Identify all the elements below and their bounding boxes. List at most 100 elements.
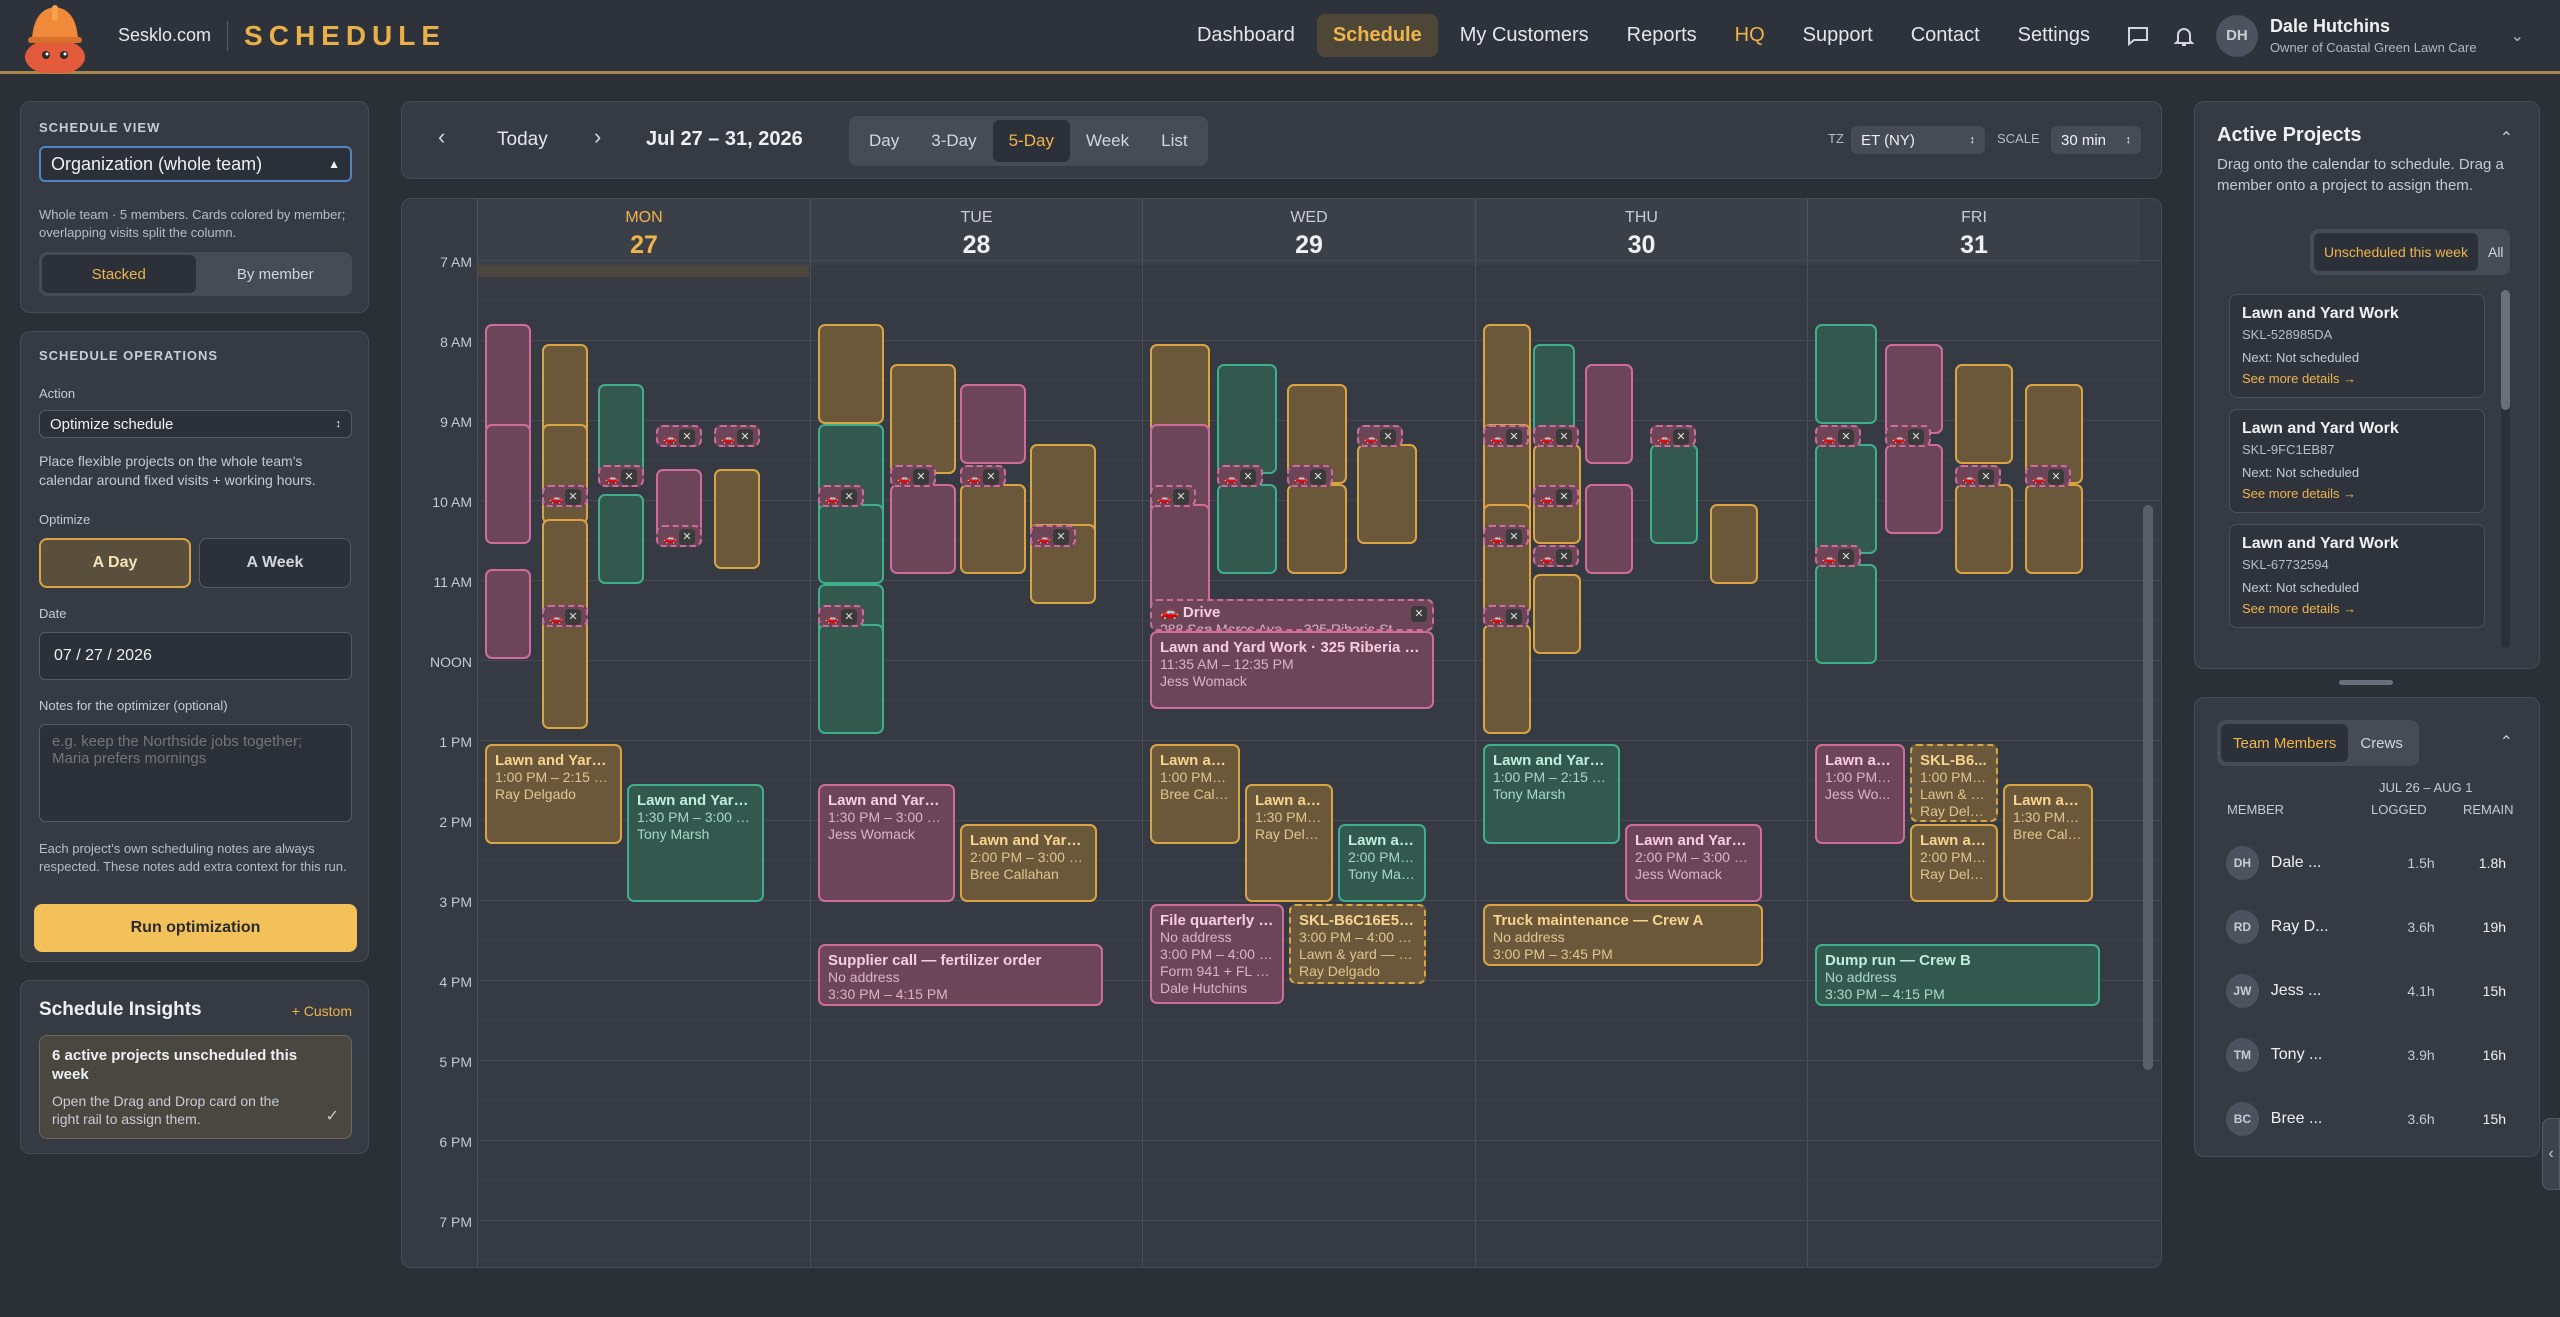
close-icon[interactable]: ✕ xyxy=(1838,429,1854,445)
calendar-event[interactable] xyxy=(1217,364,1277,474)
close-icon[interactable]: ✕ xyxy=(1673,429,1689,445)
view-list[interactable]: List xyxy=(1145,120,1203,162)
calendar-event[interactable] xyxy=(714,469,760,569)
action-select[interactable]: Optimize schedule ↕ xyxy=(39,410,352,438)
nav-dashboard[interactable]: Dashboard xyxy=(1181,14,1311,57)
calendar-event[interactable] xyxy=(1955,484,2013,574)
view-day[interactable]: Day xyxy=(853,120,915,162)
drive-event[interactable]: 🚗 ✕ xyxy=(960,465,1006,487)
nav-schedule[interactable]: Schedule xyxy=(1316,14,1438,57)
close-icon[interactable]: ✕ xyxy=(1506,529,1522,545)
filter-all[interactable]: All xyxy=(2478,233,2514,271)
calendar-event[interactable] xyxy=(2025,484,2083,574)
calendar-event[interactable] xyxy=(542,424,588,524)
calendar-event[interactable] xyxy=(818,624,884,734)
drive-event[interactable]: 🚗 ✕ xyxy=(818,485,864,507)
calendar-event[interactable] xyxy=(1885,344,1943,434)
date-input[interactable]: 07 / 27 / 2026 xyxy=(39,632,352,680)
day-column[interactable] xyxy=(1475,265,1476,1267)
close-icon[interactable]: ✕ xyxy=(2048,469,2064,485)
drive-event[interactable]: 🚗 ✕ xyxy=(1533,425,1579,447)
close-icon[interactable]: ✕ xyxy=(1380,429,1396,445)
drive-event[interactable]: 🚗 ✕ xyxy=(1150,485,1196,507)
next-week-arrow-icon[interactable]: › xyxy=(594,124,601,150)
drive-event[interactable]: 🚗 ✕ xyxy=(714,425,760,447)
projects-scroll-track[interactable] xyxy=(2501,290,2510,648)
project-card[interactable]: Lawn and Yard Work SKL-67732594 Next: No… xyxy=(2229,524,2485,628)
close-icon[interactable]: ✕ xyxy=(1838,549,1854,565)
see-more-details-link[interactable]: See more details → xyxy=(2242,601,2472,616)
calendar-event[interactable]: Lawn an...2:00 PM – ...Ray Delga... xyxy=(1910,824,1998,902)
drive-event[interactable]: 🚗 ✕ xyxy=(1815,545,1861,567)
close-icon[interactable]: ✕ xyxy=(1173,489,1189,505)
close-icon[interactable]: ✕ xyxy=(565,489,581,505)
drive-event[interactable]: 🚗 ✕ xyxy=(818,605,864,627)
project-card[interactable]: Lawn and Yard Work SKL-9FC1EB87 Next: No… xyxy=(2229,409,2485,513)
calendar-event[interactable] xyxy=(1357,444,1417,544)
team-member-row[interactable]: JW Jess ... 4.1h 15h xyxy=(2226,971,2506,1011)
calendar-event[interactable] xyxy=(485,324,531,434)
close-icon[interactable]: ✕ xyxy=(679,529,695,545)
drive-event[interactable]: 🚗 ✕ xyxy=(1483,525,1529,547)
close-icon[interactable]: ✕ xyxy=(1506,429,1522,445)
collapse-chevron-icon[interactable]: ⌃ xyxy=(2500,128,2513,148)
day-header-tue[interactable]: TUE 28 xyxy=(810,199,1142,265)
calendar-event[interactable] xyxy=(1483,504,1531,614)
calendar-event[interactable]: Lawn and Yard ... 1:30 PM – 3:00 PM Jess W… xyxy=(818,784,955,902)
bell-icon[interactable] xyxy=(2170,22,2198,50)
nav-hq[interactable]: HQ xyxy=(1719,14,1781,57)
nav-reports[interactable]: Reports xyxy=(1611,14,1713,57)
brand[interactable]: Sesklo.com SCHEDULE xyxy=(0,0,446,75)
see-more-details-link[interactable]: See more details → xyxy=(2242,486,2472,501)
nav-contact[interactable]: Contact xyxy=(1895,14,1996,57)
drive-event[interactable]: 🚗 ✕ xyxy=(656,525,702,547)
drive-event[interactable]: 🚗 ✕ xyxy=(2025,465,2071,487)
view-5-day[interactable]: 5-Day xyxy=(992,120,1070,162)
close-icon[interactable]: ✕ xyxy=(1556,549,1572,565)
see-more-details-link[interactable]: See more details → xyxy=(2242,371,2472,386)
calendar-event[interactable] xyxy=(1650,444,1698,544)
day-column[interactable] xyxy=(1142,265,1143,1267)
day-header-thu[interactable]: THU 30 xyxy=(1475,199,1807,265)
calendar-event[interactable] xyxy=(1710,504,1758,584)
day-column[interactable] xyxy=(1807,265,1808,1267)
calendar-event[interactable]: Lawn an...1:00 PM – ...Jess Wo... xyxy=(1815,744,1905,844)
stacked-button[interactable]: Stacked xyxy=(42,255,196,293)
view-3-day[interactable]: 3-Day xyxy=(915,120,992,162)
day-header-wed[interactable]: WED 29 xyxy=(1142,199,1475,265)
calendar-event[interactable] xyxy=(960,384,1026,464)
run-optimization-button[interactable]: Run optimization xyxy=(34,904,357,952)
view-week[interactable]: Week xyxy=(1070,120,1145,162)
calendar-event[interactable] xyxy=(1217,484,1277,574)
calendar-event[interactable]: Lawn an...1:30 PM – ...Ray Delga... xyxy=(1245,784,1333,902)
close-icon[interactable]: ✕ xyxy=(1240,469,1256,485)
resize-handle[interactable] xyxy=(2339,680,2393,685)
close-icon[interactable]: ✕ xyxy=(1908,429,1924,445)
a-day-button[interactable]: A Day xyxy=(39,538,191,588)
calendar-event[interactable]: SKL-B6C16E5F... 3:00 PM – 4:00 P... Lawn &… xyxy=(1289,904,1426,984)
close-icon[interactable]: ✕ xyxy=(841,609,857,625)
day-column[interactable] xyxy=(810,265,811,1267)
drive-event[interactable]: 🚗 ✕ xyxy=(656,425,702,447)
calendar-event[interactable] xyxy=(1955,364,2013,464)
collapse-chevron-icon[interactable]: ⌃ xyxy=(2500,732,2513,752)
calendar-event[interactable] xyxy=(818,504,884,584)
calendar-event[interactable]: Lawn and Yard Work · 325 Riberia St,... 1… xyxy=(1150,631,1434,709)
project-card[interactable]: Lawn and Yard Work SKL-528985DA Next: No… xyxy=(2229,294,2485,398)
close-icon[interactable]: ✕ xyxy=(913,469,929,485)
by-member-button[interactable]: By member xyxy=(199,252,353,296)
timezone-select[interactable]: ET (NY) ↕ xyxy=(1851,126,1985,154)
close-icon[interactable]: ✕ xyxy=(1310,469,1326,485)
calendar-event[interactable] xyxy=(1815,324,1877,424)
calendar-event[interactable] xyxy=(1585,364,1633,464)
calendar-scrollbar[interactable] xyxy=(2143,505,2153,1070)
calendar-event[interactable]: SKL-B6...1:00 PM – ...Lawn & ya...Ray De… xyxy=(1910,744,1998,822)
drive-event[interactable]: 🚗 ✕ xyxy=(1483,425,1529,447)
close-icon[interactable]: ✕ xyxy=(983,469,999,485)
close-icon[interactable]: ✕ xyxy=(1556,429,1572,445)
calendar-event[interactable] xyxy=(485,569,531,659)
calendar-event[interactable] xyxy=(542,619,588,729)
calendar-event[interactable]: File quarterly t... No address 3:00 PM – 4… xyxy=(1150,904,1284,1004)
calendar-event[interactable] xyxy=(485,424,531,544)
drive-event[interactable]: 🚗 ✕ xyxy=(1483,605,1529,627)
